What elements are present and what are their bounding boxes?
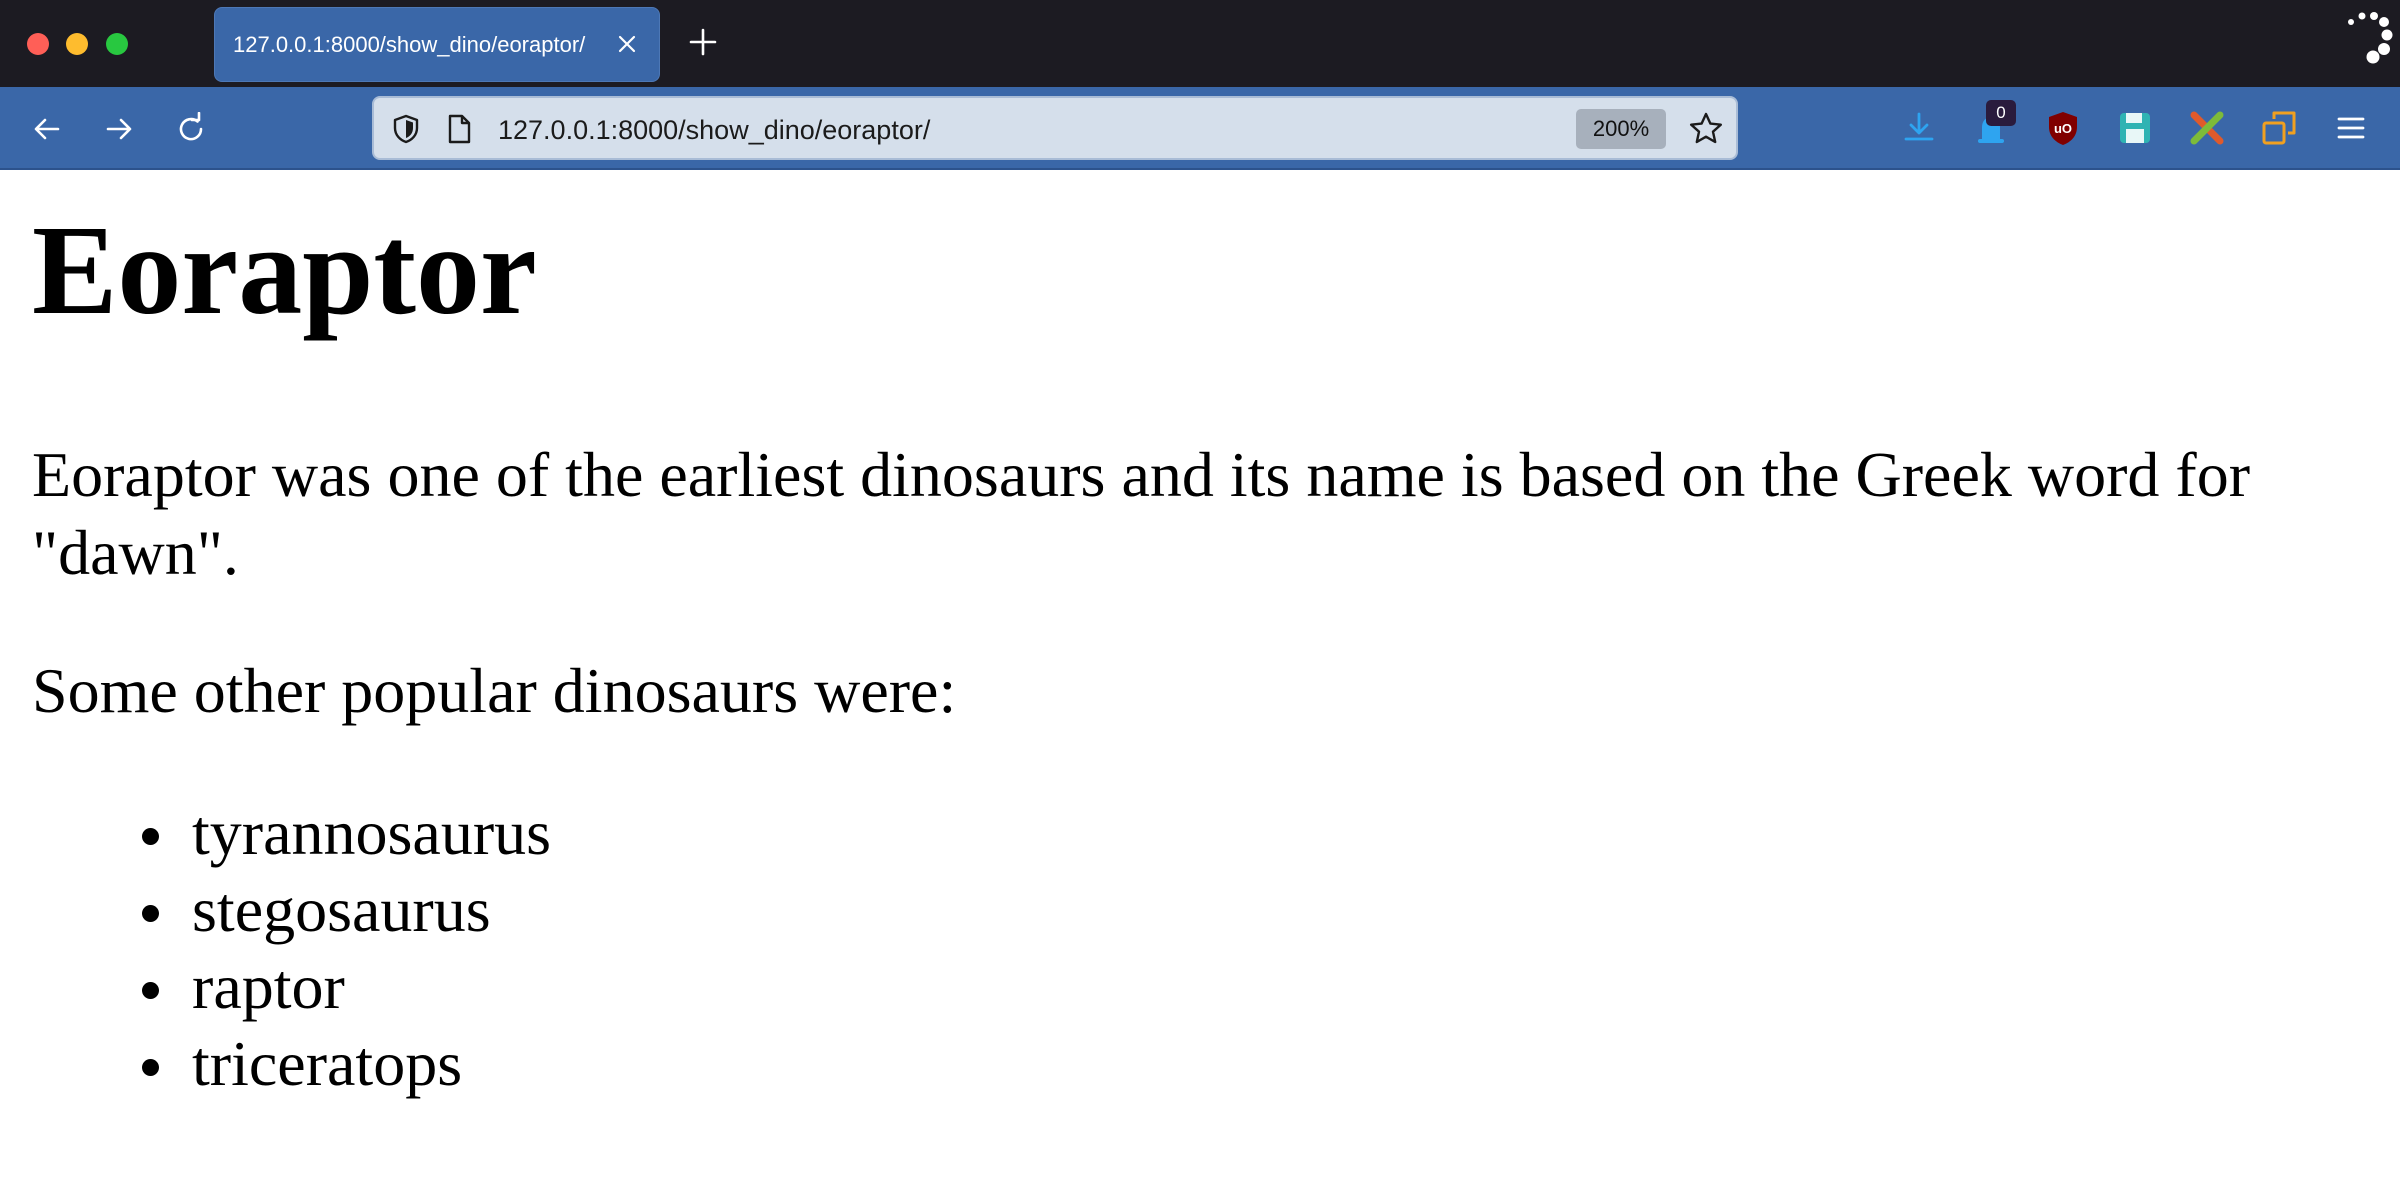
reload-icon[interactable] — [174, 111, 208, 146]
address-bar[interactable]: 127.0.0.1:8000/show_dino/eoraptor/ 200% — [372, 96, 1738, 160]
list-intro: Some other popular dinosaurs were: — [32, 655, 957, 726]
svg-text:uO: uO — [2054, 121, 2072, 136]
download-icon[interactable] — [1900, 109, 1938, 147]
bullet-icon — [142, 1059, 159, 1076]
extension-badge-count: 0 — [1986, 100, 2016, 126]
bullet-icon — [142, 982, 159, 999]
arrow-right-icon[interactable] — [102, 112, 136, 146]
arrow-left-icon[interactable] — [30, 112, 64, 146]
tools-extension-icon[interactable] — [2188, 109, 2226, 147]
new-tab-icon[interactable] — [688, 27, 718, 57]
zoom-window-button[interactable] — [106, 33, 128, 55]
close-window-button[interactable] — [27, 33, 49, 55]
minimize-window-button[interactable] — [66, 33, 88, 55]
navigation-toolbar: 127.0.0.1:8000/show_dino/eoraptor/ 200% … — [0, 87, 2400, 170]
spinner-icon — [2340, 10, 2396, 66]
multi-window-extension-icon[interactable] — [2260, 109, 2298, 147]
url-input[interactable]: 127.0.0.1:8000/show_dino/eoraptor/ — [498, 115, 930, 146]
dinosaur-list: tyrannosaurus stegosaurus raptor tricera… — [136, 794, 551, 1102]
bullet-icon — [142, 905, 159, 922]
title-bar: 127.0.0.1:8000/show_dino/eoraptor/ — [0, 0, 2400, 87]
list-item: triceratops — [136, 1025, 551, 1102]
list-item-label: raptor — [192, 951, 345, 1022]
list-item-label: tyrannosaurus — [192, 797, 552, 868]
close-tab-icon[interactable] — [613, 30, 641, 58]
list-item-label: stegosaurus — [192, 874, 491, 945]
page-title: Eoraptor — [32, 199, 537, 341]
list-item: stegosaurus — [136, 871, 551, 948]
shield-icon[interactable] — [390, 113, 422, 145]
save-extension-icon[interactable] — [2116, 109, 2154, 147]
list-item: tyrannosaurus — [136, 794, 551, 871]
page-content: Eoraptor Eoraptor was one of the earlies… — [0, 172, 2400, 1189]
list-item: raptor — [136, 948, 551, 1025]
hamburger-menu-icon[interactable] — [2332, 109, 2370, 147]
list-item-label: triceratops — [192, 1028, 463, 1099]
tab-active[interactable]: 127.0.0.1:8000/show_dino/eoraptor/ — [214, 7, 660, 82]
star-icon[interactable] — [1688, 111, 1724, 147]
ublock-origin-icon[interactable]: uO — [2044, 109, 2082, 147]
page-icon[interactable] — [444, 113, 474, 145]
zoom-level-button[interactable]: 200% — [1576, 109, 1666, 149]
dinosaur-description: Eoraptor was one of the earliest dinosau… — [32, 439, 2250, 588]
tab-title: 127.0.0.1:8000/show_dino/eoraptor/ — [233, 32, 586, 57]
bullet-icon — [142, 828, 159, 845]
